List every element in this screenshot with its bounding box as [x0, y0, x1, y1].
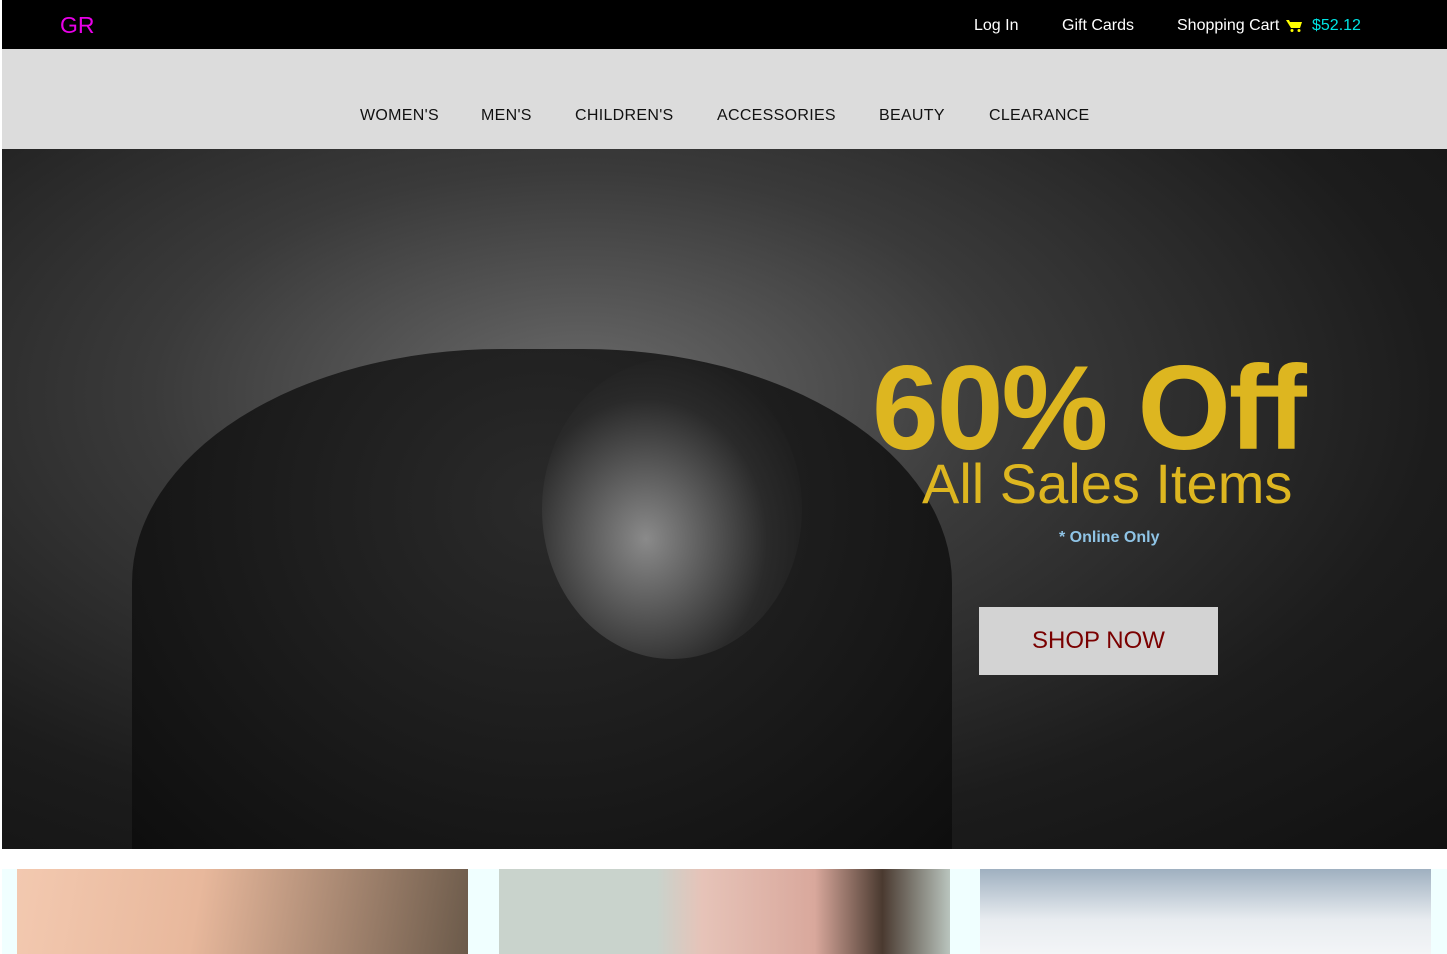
cart-icon[interactable] [1286, 19, 1302, 32]
gift-cards-link[interactable]: Gift Cards [1062, 17, 1134, 35]
nav-childrens[interactable]: CHILDREN'S [575, 107, 674, 125]
login-link[interactable]: Log In [974, 17, 1018, 35]
nav-womens[interactable]: WOMEN'S [360, 107, 439, 125]
category-card-beauty[interactable] [499, 869, 950, 954]
category-card-shoes[interactable] [17, 869, 468, 954]
main-nav: WOMEN'S MEN'S CHILDREN'S ACCESSORIES BEA… [2, 49, 1447, 149]
nav-accessories[interactable]: ACCESSORIES [717, 107, 836, 125]
cart-total: $52.12 [1312, 17, 1361, 34]
logo[interactable]: GR [60, 12, 95, 39]
shopping-cart-link[interactable]: Shopping Cart [1177, 17, 1279, 35]
hero-model-image [132, 349, 952, 849]
nav-clearance[interactable]: CLEARANCE [989, 107, 1090, 125]
hero-subhead: All Sales Items [922, 452, 1293, 515]
hero-banner: 60% Off All Sales Items * Online Only SH… [2, 149, 1447, 849]
category-card-watches[interactable] [980, 869, 1431, 954]
shop-now-button[interactable]: SHOP NOW [979, 607, 1218, 675]
online-only-note: * Online Only [1059, 529, 1160, 546]
nav-mens[interactable]: MEN'S [481, 107, 532, 125]
hero-model-head [542, 359, 802, 659]
nav-beauty[interactable]: BEAUTY [879, 107, 945, 125]
